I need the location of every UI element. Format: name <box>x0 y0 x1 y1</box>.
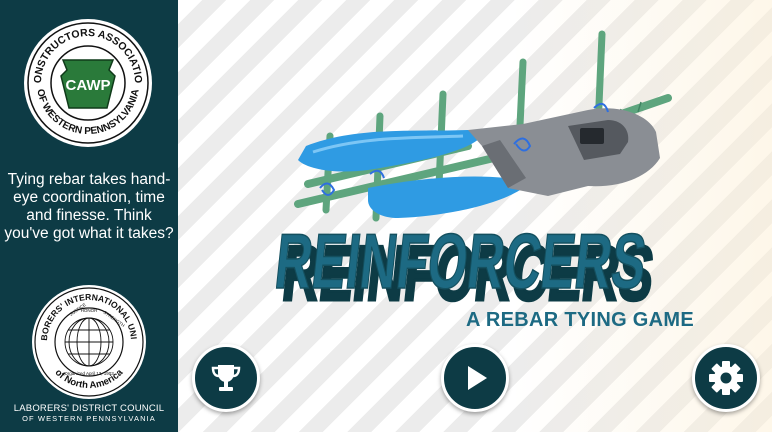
settings-button[interactable] <box>692 344 760 412</box>
union-logo: LABORERS' INTERNATIONAL UNION of North A… <box>27 283 146 399</box>
sidebar: CONSTRUCTORS ASSOCIATION OF WESTERN PENN… <box>0 0 178 432</box>
svg-text:CAWP: CAWP <box>66 77 111 94</box>
game-subtitle: A REBAR TYING GAME <box>466 309 694 331</box>
game-title: REINFORCERS REINFORCERS <box>274 216 659 312</box>
play-icon <box>468 366 487 390</box>
council-region: OF WESTERN PENNSYLVANIA <box>22 414 156 423</box>
tagline: Tying rebar takes hand-eye coordination,… <box>4 171 174 242</box>
play-button[interactable] <box>441 344 509 412</box>
trophy-icon <box>211 365 241 391</box>
gear-icon <box>709 361 743 395</box>
council-name: LABORERS' DISTRICT COUNCIL <box>13 403 165 414</box>
svg-text:Organized April 13, 1903: Organized April 13, 1903 <box>64 371 114 376</box>
title-screen: REINFORCERS REINFORCERS A REBAR TYING GA… <box>178 0 772 432</box>
cawp-logo: CONSTRUCTORS ASSOCIATION OF WESTERN PENN… <box>23 18 152 147</box>
trophy-button[interactable] <box>192 344 260 412</box>
svg-text:REINFORCERS: REINFORCERS <box>274 217 650 305</box>
svg-text:HONOR: HONOR <box>81 308 99 313</box>
